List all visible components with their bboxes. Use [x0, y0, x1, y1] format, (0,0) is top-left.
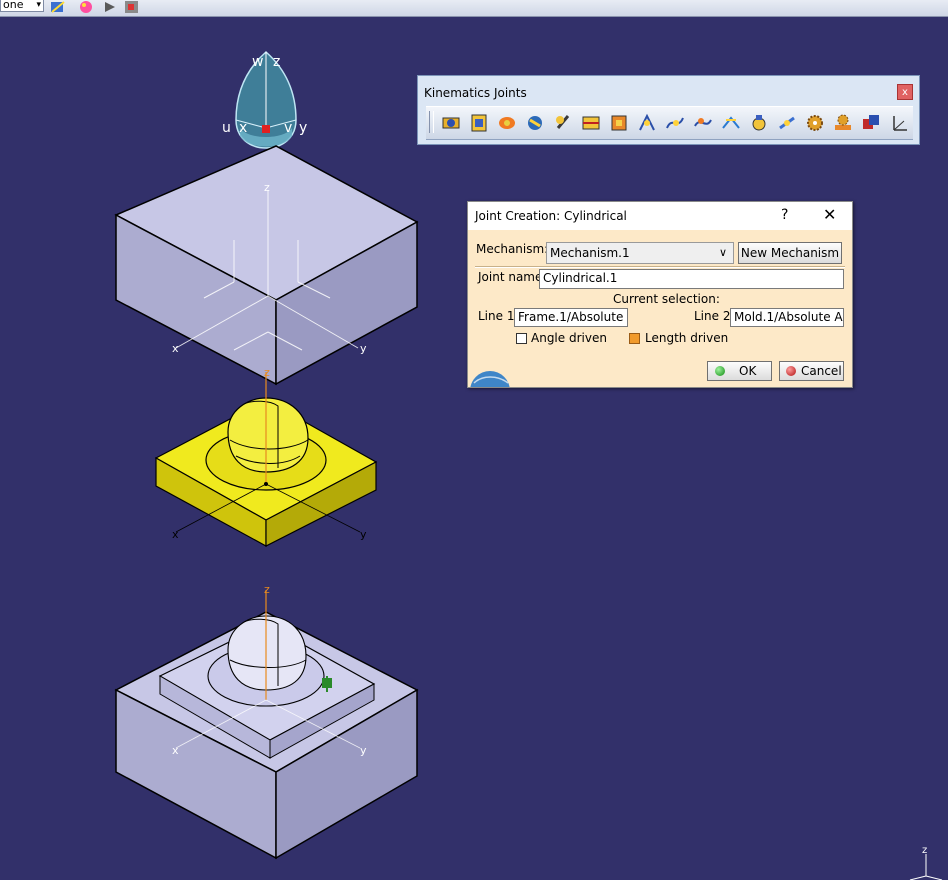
mechanism-value: Mechanism.1	[550, 246, 630, 260]
selection-combo[interactable]: one ▾	[0, 0, 44, 12]
rigid-joint-icon[interactable]	[552, 112, 574, 134]
gear-joint-icon[interactable]	[804, 112, 826, 134]
help-button[interactable]: ?	[781, 207, 788, 223]
top-axis-z: z	[264, 181, 270, 194]
dialog-close-button[interactable]: ✕	[823, 205, 836, 224]
rack-joint-icon[interactable]	[832, 112, 854, 134]
universal-joint-icon[interactable]	[748, 112, 770, 134]
cv-joint-icon[interactable]	[776, 112, 798, 134]
compass-y-label: y	[299, 120, 307, 136]
joint-name-input[interactable]: Cylindrical.1	[539, 269, 844, 289]
main-toolbar: one ▾	[0, 0, 948, 17]
toolbar-close-button[interactable]: x	[897, 84, 913, 100]
angle-driven-label: Angle driven	[531, 331, 607, 345]
ok-label: OK	[739, 364, 757, 378]
divider	[475, 266, 845, 268]
render-icon[interactable]	[124, 0, 140, 14]
top-axis-x: x	[172, 342, 179, 355]
cancel-label: Cancel	[801, 364, 842, 378]
toolbar-grip[interactable]	[429, 111, 434, 133]
line2-label: Line 2:	[694, 309, 735, 323]
arrow-icon[interactable]	[102, 0, 118, 14]
axis-system-joint-icon[interactable]	[888, 112, 910, 134]
prismatic-joint-icon[interactable]	[468, 112, 490, 134]
dialog-title: Joint Creation: Cylindrical	[475, 209, 627, 223]
compass-x-label: x	[239, 120, 247, 136]
cancel-icon	[786, 366, 796, 376]
ok-button[interactable]: OK	[707, 361, 772, 381]
base-axis-z: z	[264, 583, 270, 596]
base-axis-x: x	[172, 744, 179, 757]
chevron-down-icon: ▾	[36, 0, 41, 10]
compass-w-label: w	[252, 54, 263, 70]
mid-axis-y: y	[360, 528, 367, 541]
base-axis-y: y	[360, 744, 367, 757]
base-part[interactable]: z x y	[114, 583, 419, 860]
compass-z-label: z	[273, 54, 280, 70]
mid-axis-z: z	[264, 366, 270, 379]
cancel-button[interactable]: Cancel	[779, 361, 844, 381]
length-driven-label: Length driven	[645, 331, 729, 345]
selection-combo-value: one	[3, 0, 24, 11]
cylindrical-joint-icon[interactable]	[496, 112, 518, 134]
line2-input[interactable]: Mold.1/Absolute Axis	[730, 308, 844, 327]
yellow-mold-part[interactable]: z x y	[154, 366, 378, 548]
mechanism-select[interactable]: Mechanism.1 ∨	[546, 242, 734, 264]
top-axis-y: y	[360, 342, 367, 355]
compass-icon[interactable]: w z u x v y	[222, 50, 307, 149]
corner-axis-z: z	[922, 845, 927, 856]
new-mechanism-button[interactable]: New Mechanism	[738, 242, 842, 264]
toolbar-icon-strip	[426, 106, 913, 140]
joint-creation-dialog: Joint Creation: Cylindrical ? ✕ Mechanis…	[467, 201, 853, 388]
compass-u-label: u	[222, 120, 231, 136]
line1-input[interactable]: Frame.1/Absolute Axis	[514, 308, 628, 327]
point-curve-joint-icon[interactable]	[636, 112, 658, 134]
ok-icon	[715, 366, 725, 376]
compass-v-label: v	[284, 120, 292, 136]
chevron-down-icon: ∨	[718, 246, 727, 259]
joint-name-label: Joint name:	[478, 270, 547, 284]
cable-joint-icon[interactable]	[860, 112, 882, 134]
current-selection-label: Current selection:	[613, 292, 720, 306]
spherical-joint-icon[interactable]	[580, 112, 602, 134]
mechanism-label: Mechanism:	[476, 242, 549, 256]
planar-joint-icon[interactable]	[608, 112, 630, 134]
line1-label: Line 1:	[478, 309, 519, 323]
globe-icon	[470, 371, 510, 387]
axis-triad-icon: z	[909, 845, 943, 880]
angle-driven-checkbox[interactable]	[516, 333, 527, 344]
screw-joint-icon[interactable]	[524, 112, 546, 134]
slide-curve-joint-icon[interactable]	[664, 112, 686, 134]
roll-curve-joint-icon[interactable]	[692, 112, 714, 134]
toolbar-title: Kinematics Joints	[424, 86, 527, 100]
mid-axis-x: x	[172, 528, 179, 541]
color-sphere-icon[interactable]	[78, 0, 94, 14]
point-surface-joint-icon[interactable]	[720, 112, 742, 134]
frame-part[interactable]: z x y	[114, 145, 419, 386]
kinematics-joints-toolbar[interactable]: Kinematics Joints x	[417, 75, 920, 145]
sketch-icon[interactable]	[50, 0, 66, 14]
length-driven-checkbox[interactable]	[629, 333, 640, 344]
revolute-joint-icon[interactable]	[440, 112, 462, 134]
dialog-titlebar[interactable]: Joint Creation: Cylindrical ? ✕	[468, 202, 852, 230]
